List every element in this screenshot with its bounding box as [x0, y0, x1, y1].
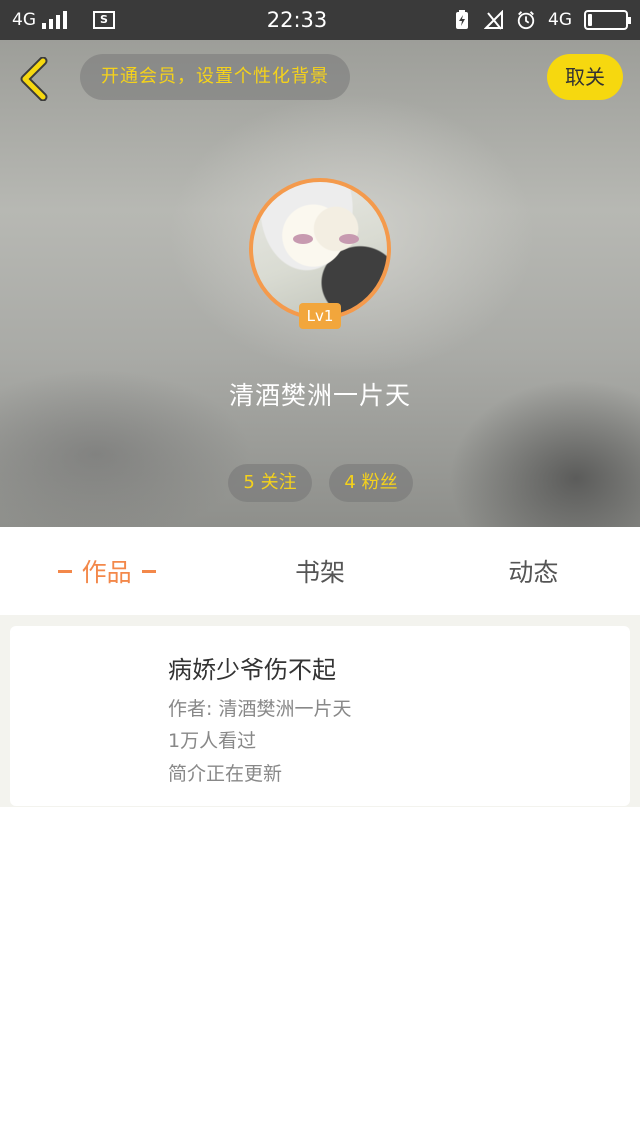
- tab-works-label: 作品: [81, 558, 132, 587]
- tab-bookshelf[interactable]: 书架: [213, 527, 426, 615]
- status-bar: 4G S 22:33 4G: [0, 0, 640, 40]
- chevron-left-icon: [20, 57, 48, 101]
- fans-count-button[interactable]: 4 粉丝: [329, 464, 413, 502]
- screenshot-icon: S: [93, 11, 115, 29]
- username: 清酒樊洲一片天: [228, 381, 411, 410]
- book-views: 1万人看过: [168, 730, 257, 752]
- charging-icon: [452, 10, 472, 30]
- book-author: 作者: 清酒樊洲一片天: [168, 698, 352, 720]
- tab-works[interactable]: 作品: [0, 527, 213, 615]
- profile-header: 开通会员，设置个性化背景 取关 Lv1 清酒樊洲一片天 5 关注 4 粉丝: [0, 40, 640, 527]
- tab-activity[interactable]: 动态: [427, 527, 640, 615]
- network-type-right: 4G: [548, 10, 572, 30]
- network-type: 4G: [12, 10, 36, 30]
- signal-icon: [42, 11, 67, 29]
- tab-activity-label: 动态: [508, 558, 559, 587]
- avatar[interactable]: [249, 178, 391, 320]
- unfollow-button[interactable]: 取关: [547, 54, 623, 100]
- vip-background-prompt[interactable]: 开通会员，设置个性化背景: [80, 54, 350, 100]
- works-list: 病娇少爷伤不起 作者: 清酒樊洲一片天 1万人看过 简介正在更新: [0, 615, 640, 1138]
- book-title: 病娇少爷伤不起: [168, 656, 336, 684]
- tab-bar: 作品 书架 动态: [0, 527, 640, 615]
- book-card[interactable]: 病娇少爷伤不起 作者: 清酒樊洲一片天 1万人看过 简介正在更新: [10, 626, 630, 806]
- alarm-icon: [516, 10, 536, 30]
- book-description: 简介正在更新: [168, 763, 283, 785]
- battery-icon: [584, 10, 631, 30]
- clock: 22:33: [266, 8, 328, 32]
- level-badge: Lv1: [299, 303, 341, 329]
- tab-bookshelf-label: 书架: [294, 558, 345, 587]
- no-signal-icon: [484, 10, 504, 30]
- back-button[interactable]: [14, 56, 54, 102]
- following-count-button[interactable]: 5 关注: [228, 464, 312, 502]
